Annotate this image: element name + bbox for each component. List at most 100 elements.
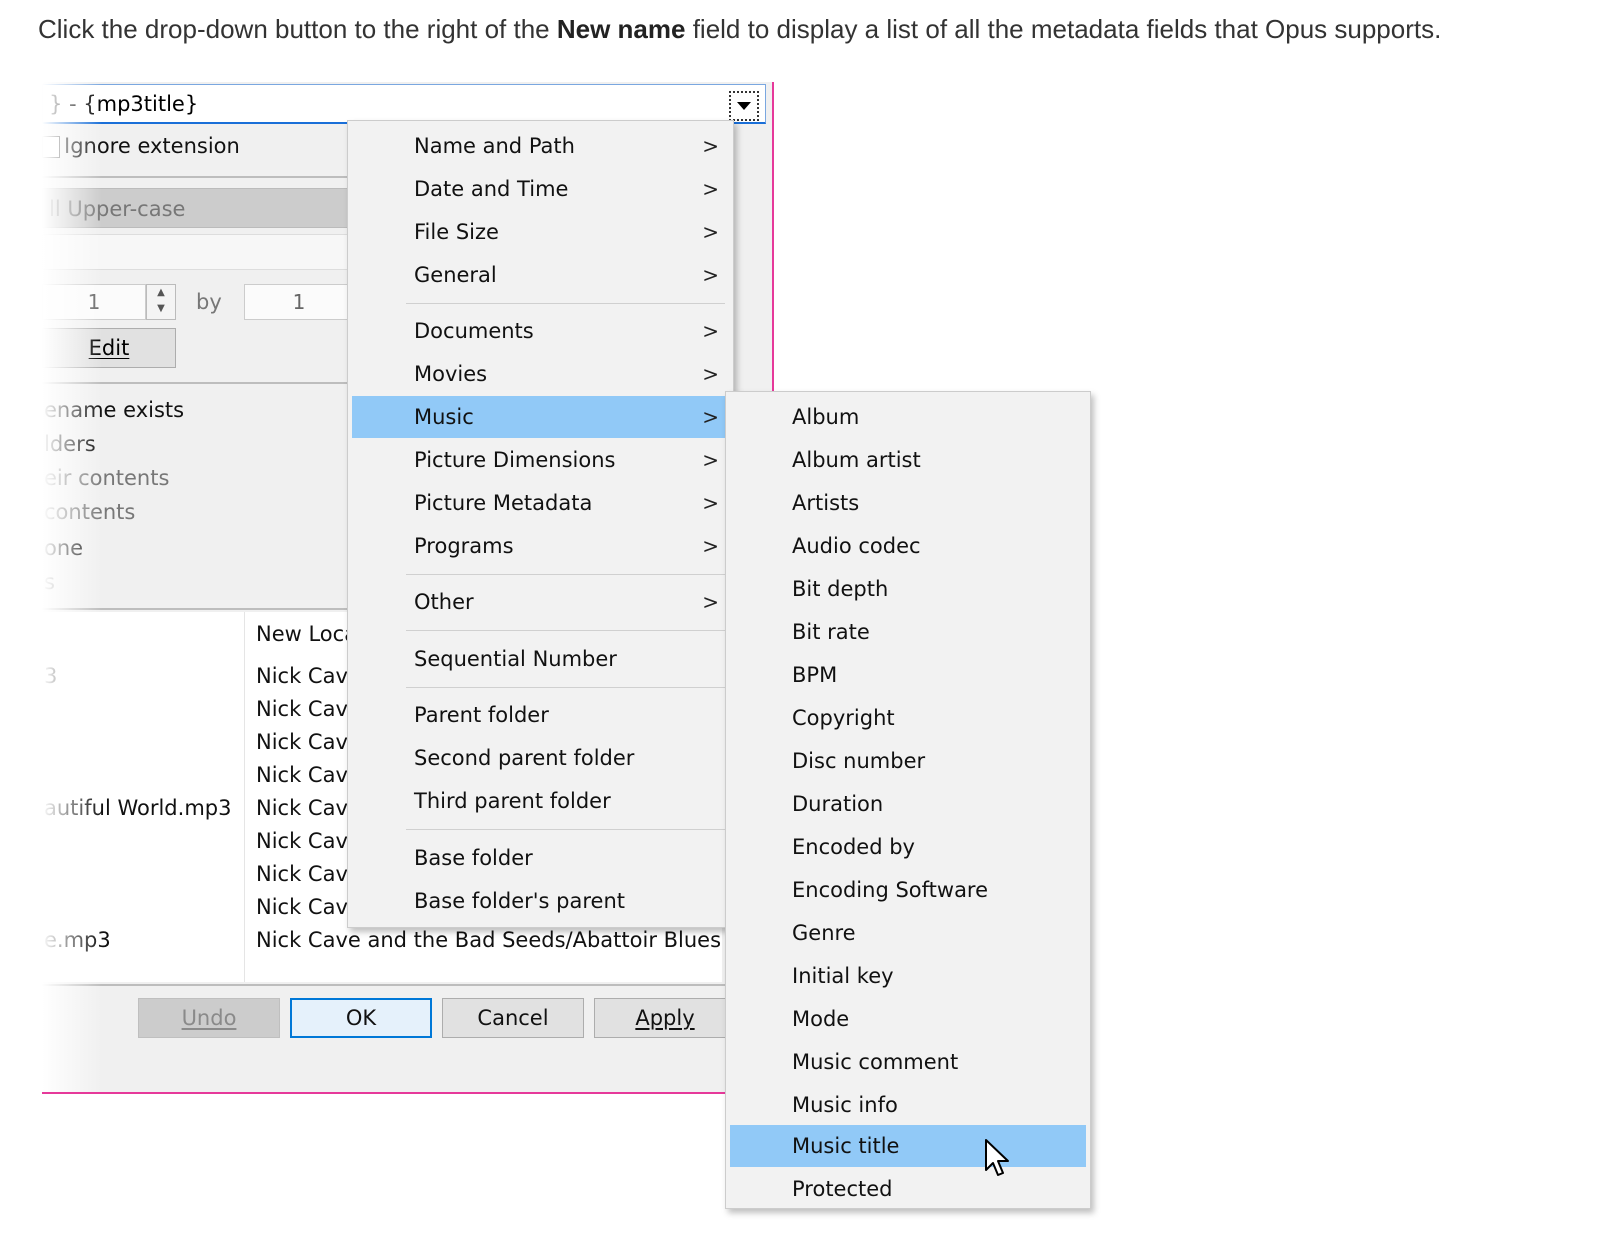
new-name-field[interactable]: } - {mp3title}	[42, 84, 766, 124]
divider	[42, 176, 352, 178]
submenu-item[interactable]: Album artist	[730, 439, 1086, 481]
row-location: Nick Cave	[256, 895, 361, 919]
row-location: Nick Cave	[256, 697, 361, 721]
number-by-field[interactable]: 1	[244, 284, 354, 320]
menu-item-base-folders-parent[interactable]: Base folder's parent	[352, 880, 729, 922]
row-location: Nick Cave	[256, 664, 361, 688]
submenu-item[interactable]: Duration	[730, 783, 1086, 825]
submenu-item[interactable]: Genre	[730, 912, 1086, 954]
edit-button-label: Edit	[88, 336, 130, 360]
menu-item-movies[interactable]: Movies >	[352, 353, 729, 395]
submenu-item-label: Protected	[792, 1177, 893, 1201]
submenu-item[interactable]: Album	[730, 396, 1086, 438]
menu-item-sequential-number[interactable]: Sequential Number	[352, 638, 729, 680]
menu-item-picture-metadata[interactable]: Picture Metadata >	[352, 482, 729, 524]
submenu-item-label: Bit rate	[792, 620, 870, 644]
menu-item-programs[interactable]: Programs >	[352, 525, 729, 567]
menu-item-label: General	[414, 263, 497, 287]
submenu-item-label: Album	[792, 405, 860, 429]
chevron-right-icon: >	[702, 263, 719, 287]
submenu-item[interactable]: BPM	[730, 654, 1086, 696]
chevron-right-icon: >	[702, 590, 719, 614]
submenu-item[interactable]: Encoded by	[730, 826, 1086, 868]
chevron-down-icon	[737, 102, 751, 110]
menu-item-name-and-path[interactable]: Name and Path >	[352, 125, 729, 167]
submenu-item-label: Genre	[792, 921, 856, 945]
number-from-value: 1	[87, 290, 101, 314]
option-label[interactable]: one	[44, 536, 83, 560]
apply-button[interactable]: Apply	[594, 998, 736, 1038]
menu-item-label: Base folder	[414, 846, 533, 870]
submenu-item[interactable]: Bit depth	[730, 568, 1086, 610]
row-file: 3	[44, 664, 58, 688]
menu-item-third-parent-folder[interactable]: Third parent folder	[352, 780, 729, 822]
row-file: e.mp3	[44, 928, 111, 952]
menu-item-label: Sequential Number	[414, 647, 617, 671]
submenu-item[interactable]: Bit rate	[730, 611, 1086, 653]
menu-item-label: Name and Path	[414, 134, 575, 158]
number-from-field[interactable]: 1	[42, 284, 146, 320]
ignore-extension-checkbox[interactable]	[42, 136, 60, 158]
number-spinner[interactable]: ▲ ▼	[146, 284, 176, 320]
text-field[interactable]	[42, 234, 362, 270]
menu-item-label: Picture Dimensions	[414, 448, 616, 472]
submenu-item-label: Encoded by	[792, 835, 915, 859]
menu-item-general[interactable]: General >	[352, 254, 729, 296]
undo-button[interactable]: Undo	[138, 998, 280, 1038]
menu-item-date-and-time[interactable]: Date and Time >	[352, 168, 729, 210]
menu-item-label: Base folder's parent	[414, 889, 625, 913]
option-label[interactable]: lders	[44, 432, 96, 456]
new-name-dropdown-button[interactable]	[729, 91, 759, 121]
submenu-item[interactable]: Audio codec	[730, 525, 1086, 567]
submenu-item-label: Duration	[792, 792, 884, 816]
menu-item-label: Second parent folder	[414, 746, 635, 770]
option-label[interactable]: ename exists	[44, 398, 184, 422]
submenu-item[interactable]: Mode	[730, 998, 1086, 1040]
edit-button[interactable]: Edit	[42, 328, 176, 368]
submenu-item-label: Artists	[792, 491, 860, 515]
by-label: by	[196, 290, 222, 314]
submenu-item-label: Copyright	[792, 706, 895, 730]
submenu-item[interactable]: Music info	[730, 1084, 1086, 1126]
submenu-item[interactable]: Encoding Software	[730, 869, 1086, 911]
menu-item-base-folder[interactable]: Base folder	[352, 837, 729, 879]
submenu-item[interactable]: Copyright	[730, 697, 1086, 739]
submenu-item-label: Encoding Software	[792, 878, 989, 902]
submenu-item[interactable]: Artists	[730, 482, 1086, 524]
submenu-item-label: Music comment	[792, 1050, 959, 1074]
menu-separator	[406, 303, 725, 304]
submenu-item-label: BPM	[792, 663, 838, 687]
menu-item-other[interactable]: Other >	[352, 581, 729, 623]
menu-item-parent-folder[interactable]: Parent folder	[352, 694, 729, 736]
music-submenu: Album Album artist Artists Audio codec B…	[725, 391, 1091, 1209]
chevron-right-icon: >	[702, 134, 719, 158]
cancel-button[interactable]: Cancel	[442, 998, 584, 1038]
column-header-new-location[interactable]: New Loca	[256, 622, 357, 646]
submenu-item-label: Disc number	[792, 749, 926, 773]
menu-item-file-size[interactable]: File Size >	[352, 211, 729, 253]
submenu-item[interactable]: Initial key	[730, 955, 1086, 997]
submenu-item[interactable]: Protected	[730, 1168, 1086, 1210]
instruction-text-before: Click the drop-down button to the right …	[38, 14, 557, 44]
case-select-value: ll Upper-case	[49, 197, 186, 221]
submenu-item[interactable]: Disc number	[730, 740, 1086, 782]
chevron-right-icon: >	[702, 491, 719, 515]
menu-item-second-parent-folder[interactable]: Second parent folder	[352, 737, 729, 779]
row-location: Nick Cave and the Bad Seeds/Abattoir Blu…	[256, 928, 722, 952]
row-location: Nick Cave	[256, 862, 361, 886]
ok-button[interactable]: OK	[290, 998, 432, 1038]
apply-button-label: Apply	[635, 1006, 695, 1030]
menu-item-picture-dimensions[interactable]: Picture Dimensions >	[352, 439, 729, 481]
submenu-item-music-title[interactable]: Music title	[730, 1125, 1086, 1167]
instruction-text: Click the drop-down button to the right …	[38, 14, 1598, 45]
mouse-pointer-icon	[985, 1139, 1009, 1176]
option-label[interactable]: eir contents	[44, 466, 169, 490]
menu-item-documents[interactable]: Documents >	[352, 310, 729, 352]
divider	[42, 608, 352, 610]
menu-item-music[interactable]: Music >	[352, 396, 729, 438]
submenu-item[interactable]: Music comment	[730, 1041, 1086, 1083]
option-label[interactable]: contents	[44, 500, 135, 524]
metadata-menu: Name and Path > Date and Time > File Size >…	[347, 120, 734, 928]
menu-item-label: Music	[414, 405, 474, 429]
case-select[interactable]: ll Upper-case	[42, 188, 362, 228]
